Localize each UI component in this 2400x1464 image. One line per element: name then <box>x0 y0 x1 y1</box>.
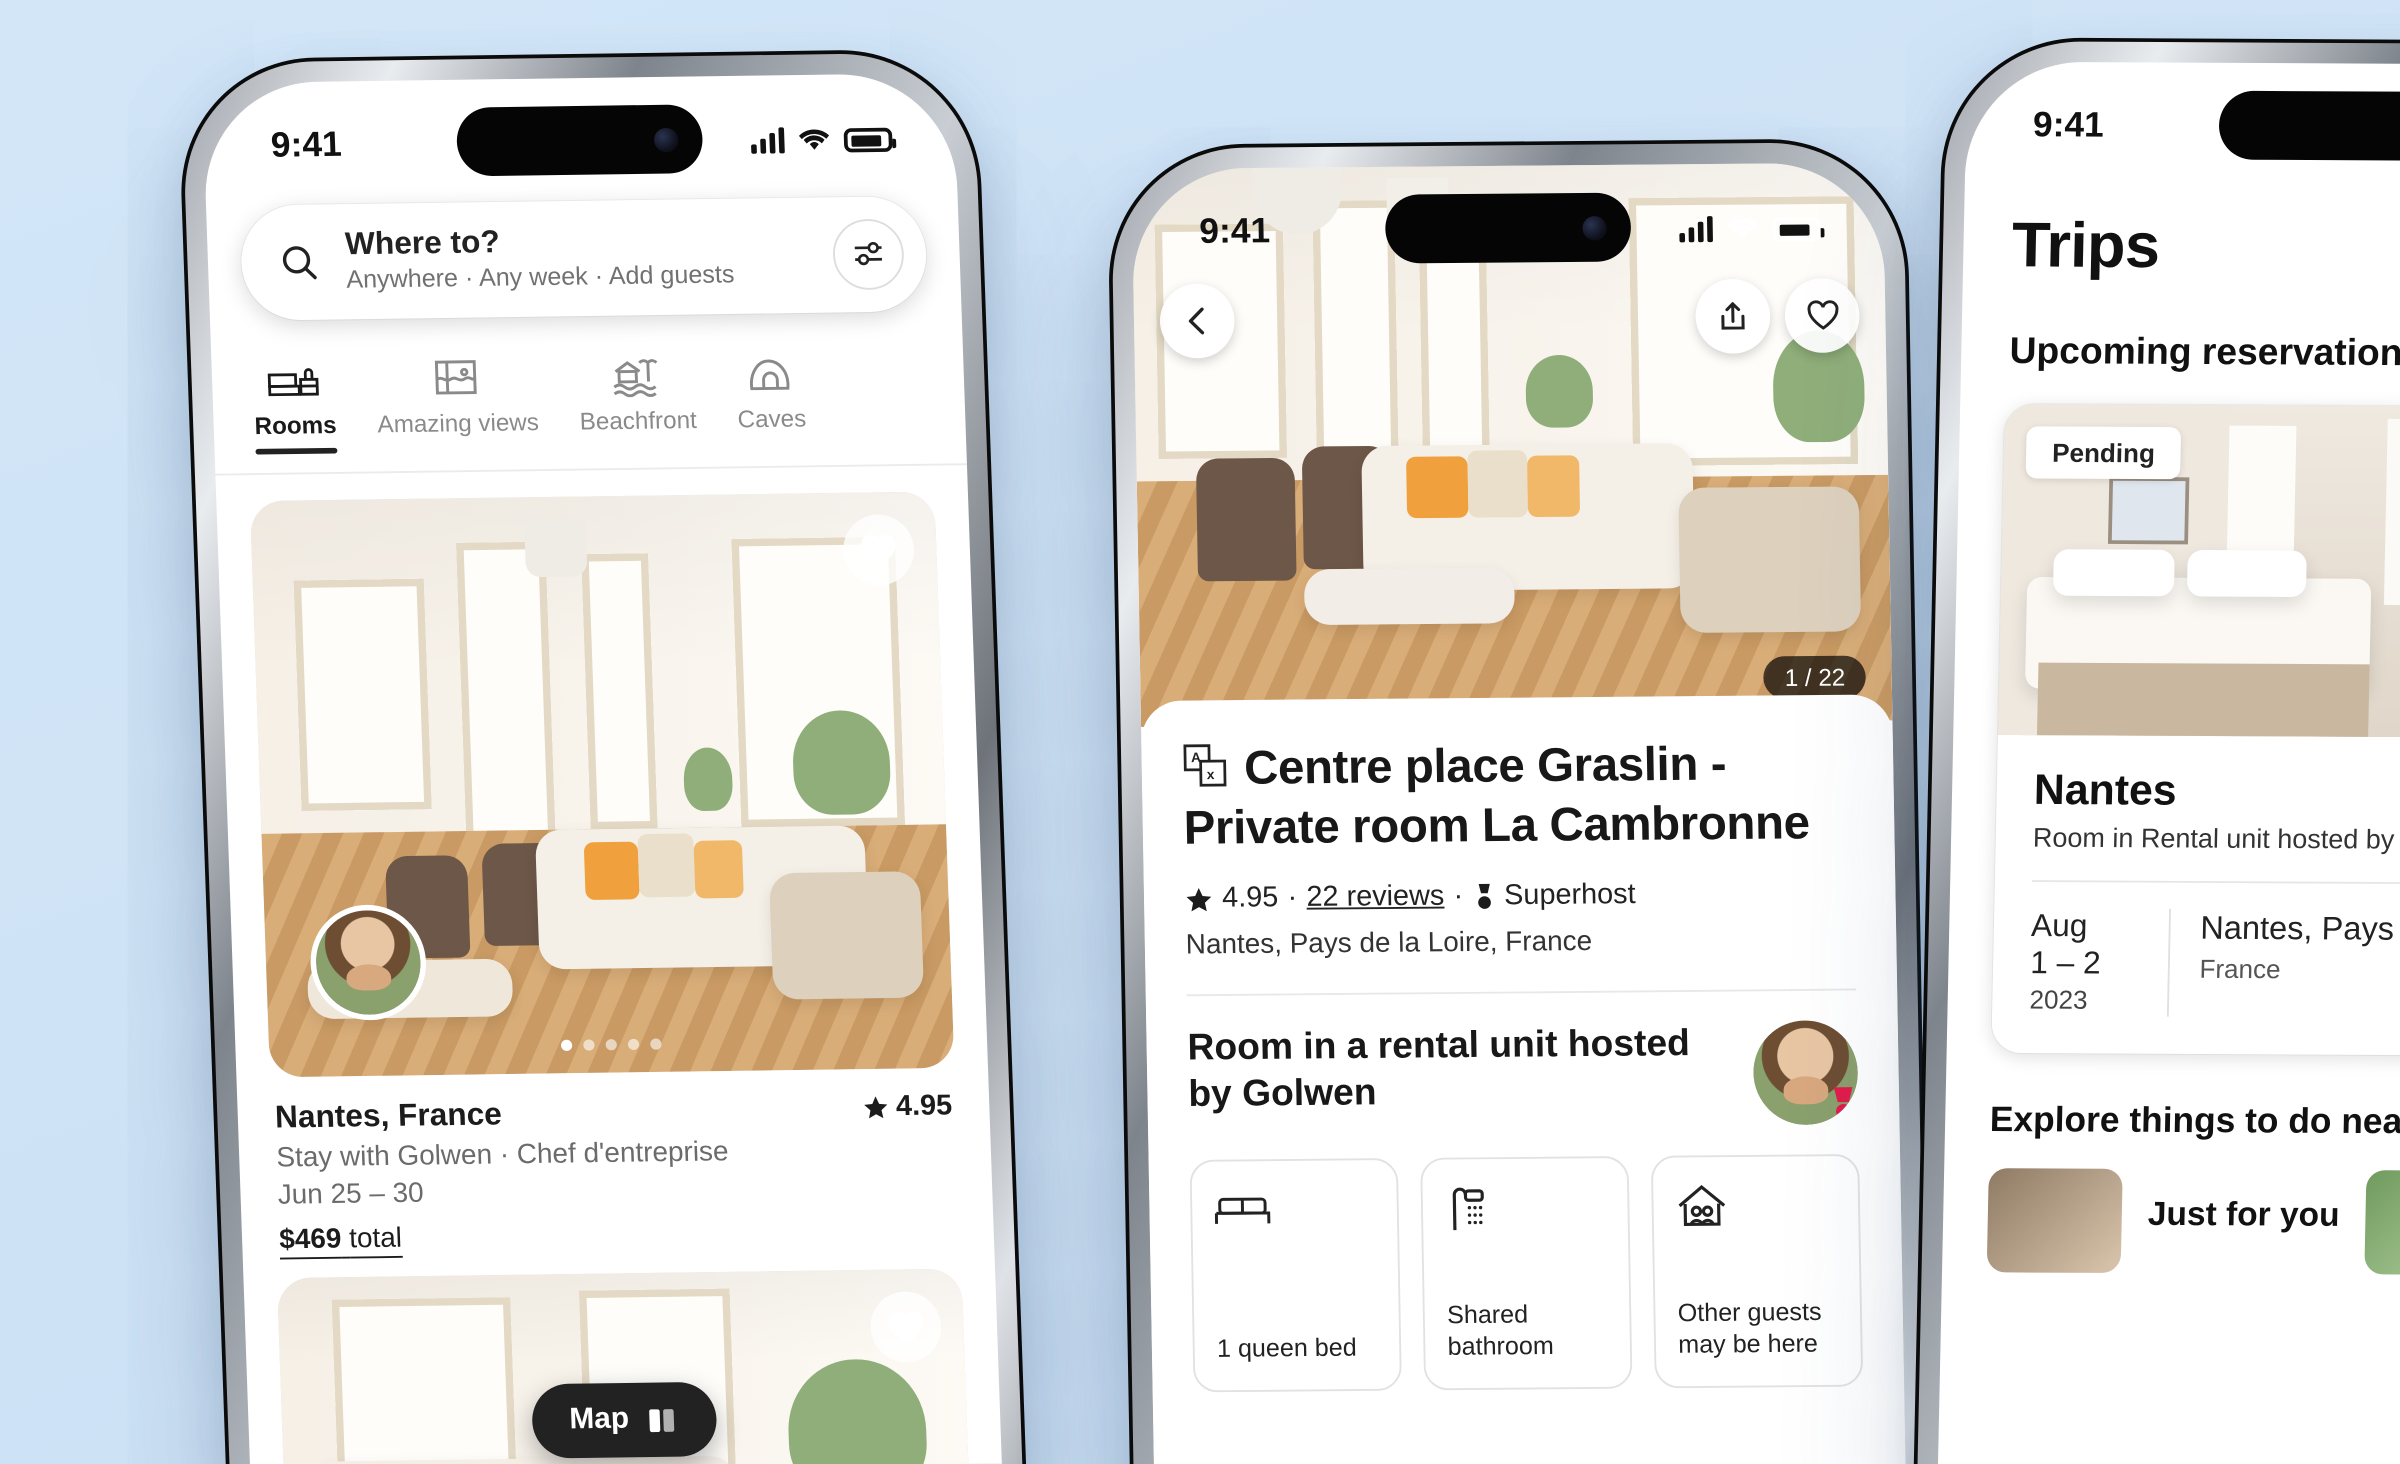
search-icon <box>282 246 317 280</box>
page-title: Trips <box>2011 210 2161 282</box>
heart-icon <box>888 1310 924 1343</box>
filter-sliders-icon <box>854 241 883 266</box>
listing-dates: Jun 25 – 30 <box>277 1176 425 1211</box>
listing-location: Nantes, Pays de la Loire, France <box>1185 926 1593 962</box>
carousel-dots[interactable] <box>560 1037 662 1051</box>
heart-icon <box>1806 300 1838 330</box>
rating-value: 4.95 <box>1221 882 1279 915</box>
svg-text:x: x <box>1207 767 1215 782</box>
category-rooms[interactable]: Rooms <box>252 346 338 454</box>
reservation-dates: Aug 1 – 2 2023 Nantes, Pays de la Loire … <box>2029 882 2400 1048</box>
star-icon <box>1186 887 1212 911</box>
amenity-label: Shared bathroom <box>1446 1299 1554 1361</box>
explore-thumbnail[interactable] <box>1986 1167 2123 1273</box>
phone-explore: 9:41 Where to? Anywhere · Any week · Add… <box>176 48 1033 1464</box>
host-avatar <box>308 903 428 1021</box>
shower-icon <box>1452 1187 1484 1231</box>
bed-nightstand-icon <box>252 346 336 403</box>
star-icon <box>863 1095 887 1118</box>
reservation-days: 1 – 2 <box>2029 945 2102 982</box>
host-avatar[interactable] <box>1752 1020 1859 1126</box>
listing-details-sheet: A x Centre place Graslin - Private room … <box>1140 694 1911 1464</box>
listing-title-text: Centre place Graslin - Private room La C… <box>1183 738 1811 856</box>
map-button-label: Map <box>568 1403 630 1436</box>
host-section[interactable]: Room in a rental unit hosted by Golwen <box>1187 1020 1859 1130</box>
status-badge: Pending <box>2025 426 2182 480</box>
map-toggle-button[interactable]: Map <box>530 1381 718 1459</box>
phone-listing-detail: 9:41 1 / 22 A x Centre place Graslin - P… <box>1106 138 1936 1464</box>
explore-subtitle: Just for you <box>2147 1194 2340 1233</box>
reservation-subtitle: Room in Rental unit hosted by Golwen <box>2032 824 2400 857</box>
listing-rating: 4.95 <box>862 1089 953 1124</box>
listing-title: Nantes, France <box>274 1095 503 1135</box>
amenity-card-bathroom: Shared bathroom <box>1420 1156 1633 1391</box>
listing-card[interactable]: Nantes, France 4.95 Stay with Golwen · C… <box>215 464 994 1259</box>
host-heading: Room in a rental unit hosted by Golwen <box>1187 1023 1691 1116</box>
cave-arch-icon <box>735 339 806 396</box>
category-label: Caves <box>737 404 807 433</box>
amenity-label: Other guests may be here <box>1677 1296 1822 1359</box>
amenity-card-guests: Other guests may be here <box>1650 1154 1864 1389</box>
translate-icon: A x <box>1182 743 1228 801</box>
reservation-card[interactable]: Pending Nantes Room in Rental unit hoste… <box>1991 403 2400 1056</box>
poster-background: 9:41 Where to? Anywhere · Any week · Add… <box>0 0 2400 1464</box>
superhost-badge-icon <box>1833 1087 1853 1120</box>
superhost-label: Superhost <box>1503 879 1636 912</box>
reservation-month: Aug <box>2030 908 2088 944</box>
category-tabs[interactable]: Rooms Amazing views Beachfront Caves <box>210 311 966 454</box>
category-label: Beachfront <box>579 405 698 436</box>
beach-hut-waves-icon <box>577 341 696 398</box>
reservation-photo: Pending <box>1997 403 2400 739</box>
save-button[interactable] <box>1784 278 1861 354</box>
photo-counter: 1 / 22 <box>1763 655 1867 700</box>
dynamic-island <box>1384 192 1632 264</box>
explore-nearby-title: Explore things to do near Nantes <box>1989 1100 2400 1142</box>
landscape-photo-icon <box>375 343 538 401</box>
dynamic-island <box>455 104 704 177</box>
reservation-city: Nantes <box>2033 764 2178 814</box>
superhost-badge-icon <box>1477 884 1491 910</box>
amenity-label: 1 queen bed <box>1216 1333 1357 1363</box>
share-icon <box>1721 302 1745 330</box>
heart-icon <box>861 533 896 566</box>
dynamic-island <box>2218 90 2400 161</box>
listing-photo[interactable] <box>249 490 955 1077</box>
amenity-card-bed: 1 queen bed <box>1189 1158 1402 1393</box>
reservation-country: France <box>2199 953 2281 984</box>
reservation-place: Nantes, Pays de la Loire <box>2200 908 2400 948</box>
category-label: Amazing views <box>377 407 540 438</box>
filter-button[interactable] <box>831 218 905 291</box>
search-subtitle: Anywhere · Any week · Add guests <box>345 260 735 294</box>
listing-title: A x Centre place Graslin - Private room … <box>1182 736 1854 857</box>
chevron-left-icon <box>1188 307 1205 335</box>
explore-nearby-row[interactable]: Just for you <box>1942 1141 2400 1275</box>
bed-icon <box>1214 1197 1271 1225</box>
reservation-year: 2023 <box>2029 983 2088 1014</box>
explore-thumbnail-2[interactable] <box>2364 1169 2400 1275</box>
category-amazing-views[interactable]: Amazing views <box>375 343 540 452</box>
search-bar[interactable]: Where to? Anywhere · Any week · Add gues… <box>239 196 929 321</box>
listing-rating-row: 4.95 · 22 reviews · Superhost <box>1185 877 1855 916</box>
share-button[interactable] <box>1695 278 1771 354</box>
amenity-cards: 1 queen bed Shared bathroom Other guests… <box>1189 1154 1864 1393</box>
category-caves[interactable]: Caves <box>735 339 807 447</box>
category-beachfront[interactable]: Beachfront <box>577 341 698 450</box>
category-label: Rooms <box>254 410 338 440</box>
listing-host-line: Stay with Golwen · Chef d'entreprise <box>275 1135 730 1174</box>
reviews-link[interactable]: 22 reviews <box>1306 881 1444 916</box>
phone-trips: 9:41 Trips Upcoming reservations Pending… <box>1909 37 2400 1464</box>
house-people-icon <box>1678 1185 1726 1227</box>
back-button[interactable] <box>1159 283 1236 359</box>
map-layers-icon <box>649 1408 675 1432</box>
section-title: Upcoming reservations <box>2009 331 2400 375</box>
